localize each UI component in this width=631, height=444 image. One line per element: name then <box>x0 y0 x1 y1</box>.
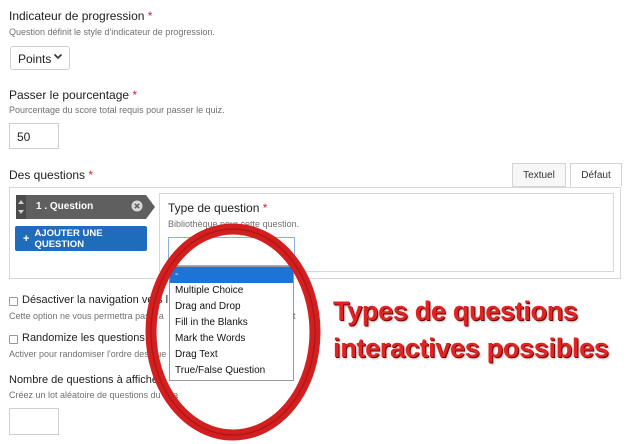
question-item-pointer <box>146 195 155 219</box>
disable-navigation-checkbox[interactable] <box>9 297 18 306</box>
randomize-checkbox[interactable] <box>9 335 18 344</box>
question-item-label: 1 . Question <box>36 201 94 212</box>
tab-textuel[interactable]: Textuel <box>512 163 566 187</box>
progress-indicator-label: Indicateur de progression * <box>9 9 152 23</box>
questions-label: Des questions * <box>9 168 93 182</box>
annotation-line-2: interactives possibles <box>333 333 609 363</box>
plus-icon: + <box>23 232 30 245</box>
question-list-item[interactable]: 1 . Question <box>16 195 146 219</box>
required-asterisk: * <box>132 88 138 102</box>
chevron-down-icon <box>53 51 63 64</box>
required-asterisk: * <box>88 168 94 182</box>
progress-style-select[interactable]: Points <box>10 46 70 70</box>
annotation-line-1: Types de questions <box>333 296 578 326</box>
pass-percentage-input[interactable]: 50 <box>9 123 59 149</box>
up-down-arrows-icon <box>18 200 24 214</box>
randomize-label: Randomize les questions <box>22 332 145 344</box>
required-asterisk: * <box>262 201 268 215</box>
progress-description: Question définit le style d'indicateur d… <box>9 27 215 37</box>
question-count-label: Nombre de questions à affiche <box>9 374 158 386</box>
question-type-label: Type de question * <box>168 201 267 215</box>
add-question-button[interactable]: + AJOUTER UNE QUESTION <box>15 226 147 251</box>
drag-handle[interactable] <box>16 195 26 219</box>
progress-select-value: Points <box>18 52 52 66</box>
add-question-label: AJOUTER UNE QUESTION <box>34 227 103 250</box>
remove-question-icon[interactable] <box>131 200 143 215</box>
question-count-input[interactable] <box>9 408 59 435</box>
tab-defaut[interactable]: Défaut <box>570 163 622 187</box>
pass-label-text: Passer le pourcentage <box>9 88 130 102</box>
red-circle-annotation <box>145 223 321 441</box>
pass-percentage-label: Passer le pourcentage * <box>9 88 137 102</box>
questions-label-text: Des questions <box>9 168 86 182</box>
pass-input-value: 50 <box>17 130 31 144</box>
question-type-label-text: Type de question <box>168 201 260 215</box>
required-asterisk: * <box>147 9 153 23</box>
progress-label-text: Indicateur de progression <box>9 9 145 23</box>
pass-description: Pourcentage du score total requis pour p… <box>9 105 225 115</box>
